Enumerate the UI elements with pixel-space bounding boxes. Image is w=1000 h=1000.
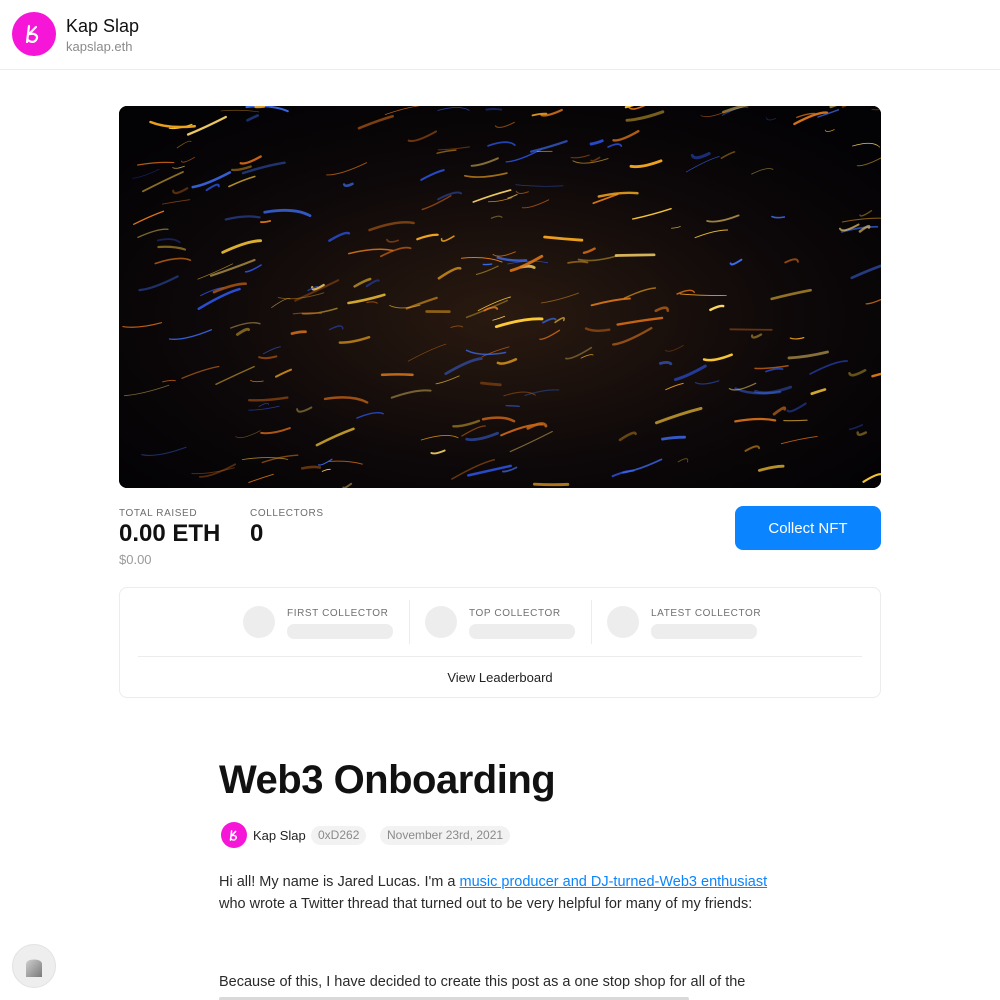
divider	[409, 600, 410, 644]
light-streak	[485, 107, 503, 111]
light-streak	[532, 482, 570, 487]
collect-nft-button[interactable]: Collect NFT	[735, 506, 881, 550]
collectors-value: 0	[250, 520, 264, 547]
divider	[138, 656, 862, 657]
loading-placeholder	[287, 624, 393, 639]
light-streak	[729, 328, 773, 331]
kapslap-logo-icon	[229, 829, 237, 841]
intro-paragraph: Hi all! My name is Jared Lucas. I'm a mu…	[219, 871, 779, 915]
loading-placeholder	[469, 624, 575, 639]
light-streak	[300, 465, 322, 470]
avatar	[607, 606, 639, 638]
avatar	[243, 606, 275, 638]
mirror-glyph	[26, 959, 42, 977]
light-streak	[659, 360, 673, 366]
total-raised-label: TOTAL RAISED	[119, 508, 198, 519]
avatar	[425, 606, 457, 638]
intro-text-continued: who wrote a Twitter thread that turned o…	[219, 896, 753, 912]
post-title: Web3 Onboarding	[219, 758, 556, 802]
total-raised-value: 0.00 ETH	[119, 520, 221, 547]
view-leaderboard-link[interactable]: View Leaderboard	[120, 670, 880, 685]
light-streak	[505, 404, 520, 407]
loading-placeholder	[651, 624, 757, 639]
author-name[interactable]: Kap Slap	[253, 828, 306, 843]
kapslap-logo-icon[interactable]	[12, 12, 56, 56]
intro-link[interactable]: music producer and DJ-turned-Web3 enthus…	[460, 874, 768, 890]
kapslap-logo-glyph	[25, 24, 39, 44]
avatar[interactable]	[221, 822, 247, 848]
mirror-icon[interactable]	[12, 944, 56, 988]
site-handle: kapslap.eth	[66, 39, 133, 54]
latest-collector-label: LATEST COLLECTOR	[651, 608, 762, 619]
light-streak	[614, 253, 656, 257]
author-address-badge[interactable]: 0xD262	[311, 826, 367, 845]
divider	[591, 600, 592, 644]
light-streak	[480, 381, 502, 387]
top-bar: Kap Slap kapslap.eth	[0, 0, 1000, 70]
collectors-card: FIRST COLLECTOR TOP COLLECTOR LATEST COL…	[119, 587, 881, 698]
site-name[interactable]: Kap Slap	[66, 16, 139, 37]
post-date-badge: November 23rd, 2021	[380, 826, 511, 845]
first-collector-label: FIRST COLLECTOR	[287, 608, 389, 619]
collectors-label: COLLECTORS	[250, 508, 324, 519]
second-paragraph: Because of this, I have decided to creat…	[219, 974, 746, 990]
total-raised-usd: $0.00	[119, 552, 152, 567]
top-collector-label: TOP COLLECTOR	[469, 608, 561, 619]
light-streaks-artwork	[119, 106, 881, 488]
hero-image	[119, 106, 881, 488]
intro-text: Hi all! My name is Jared Lucas. I'm a	[219, 874, 460, 890]
